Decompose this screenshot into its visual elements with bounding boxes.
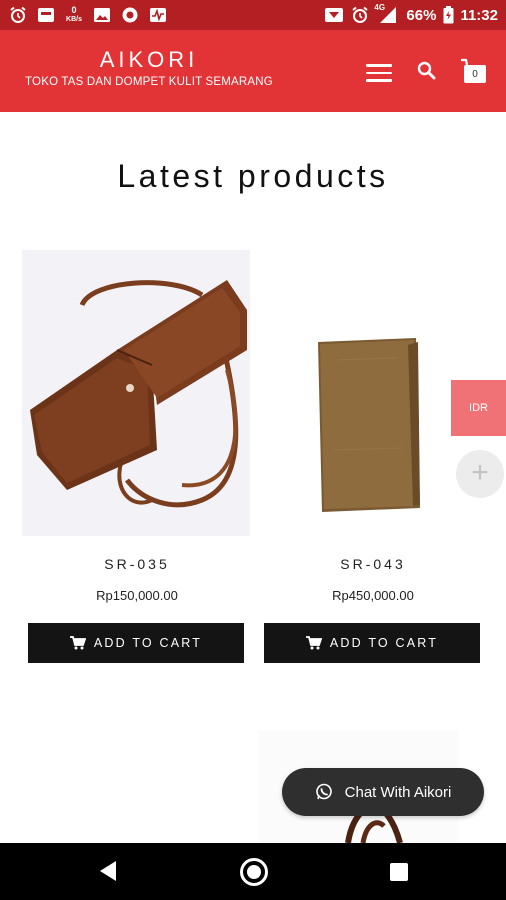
alarm-icon (8, 6, 28, 24)
cart-count-badge: 0 (468, 67, 482, 82)
netspeed-value: 0 (71, 5, 77, 15)
cast-icon (324, 6, 344, 24)
product-image[interactable] (22, 250, 250, 536)
android-nav-bar (0, 843, 506, 900)
product-name[interactable]: SR-035 (22, 556, 252, 572)
brand-logo[interactable]: AIKORI TOKO TAS DAN DOMPET KULIT SEMARAN… (24, 48, 274, 89)
status-bar: 0 KB/s 4G 66% 11:32 (0, 0, 506, 30)
battery-percent: 66% (406, 6, 437, 24)
alarm-icon (350, 6, 370, 24)
hamburger-menu-icon[interactable] (366, 64, 392, 82)
site-header: AIKORI TOKO TAS DAN DOMPET KULIT SEMARAN… (0, 30, 506, 112)
image-icon (92, 6, 112, 24)
add-to-cart-label: ADD TO CART (329, 636, 439, 650)
product-price: Rp150,000.00 (96, 588, 178, 603)
record-icon (120, 6, 140, 24)
battery-icon (442, 6, 454, 24)
back-icon[interactable] (98, 860, 118, 887)
section-title: Latest products (117, 158, 389, 194)
cart-icon (69, 636, 86, 650)
recents-icon[interactable] (390, 863, 408, 881)
network-type-label: 4G (374, 3, 386, 12)
plus-icon[interactable]: + (456, 450, 504, 498)
brand-title[interactable]: AIKORI (24, 48, 274, 72)
brand-tagline: TOKO TAS DAN DOMPET KULIT SEMARANG (25, 76, 273, 88)
product-card: SR-035 Rp150,000.00 (22, 250, 252, 603)
app-notification-icon (36, 6, 56, 24)
chat-label: Chat With Aikori (344, 783, 452, 801)
netspeed-indicator: 0 KB/s (64, 6, 84, 24)
whatsapp-chat-button[interactable]: Chat With Aikori (282, 768, 484, 816)
cart-button[interactable]: 0 (457, 57, 487, 85)
add-to-cart-label: ADD TO CART (93, 636, 203, 650)
signal-icon: 4G (374, 3, 400, 24)
product-price: Rp450,000.00 (332, 588, 414, 603)
activity-icon (148, 6, 168, 24)
search-icon[interactable] (416, 60, 438, 82)
clock: 11:32 (460, 6, 498, 24)
whatsapp-icon (315, 783, 332, 800)
cart-icon (305, 636, 322, 650)
netspeed-unit: KB/s (66, 16, 82, 23)
add-to-cart-button[interactable]: ADD TO CART (28, 623, 244, 663)
add-to-cart-button[interactable]: ADD TO CART (264, 623, 480, 663)
product-name[interactable]: SR-043 (258, 556, 488, 572)
home-icon[interactable] (240, 858, 268, 886)
currency-switcher[interactable]: IDR (451, 380, 506, 436)
